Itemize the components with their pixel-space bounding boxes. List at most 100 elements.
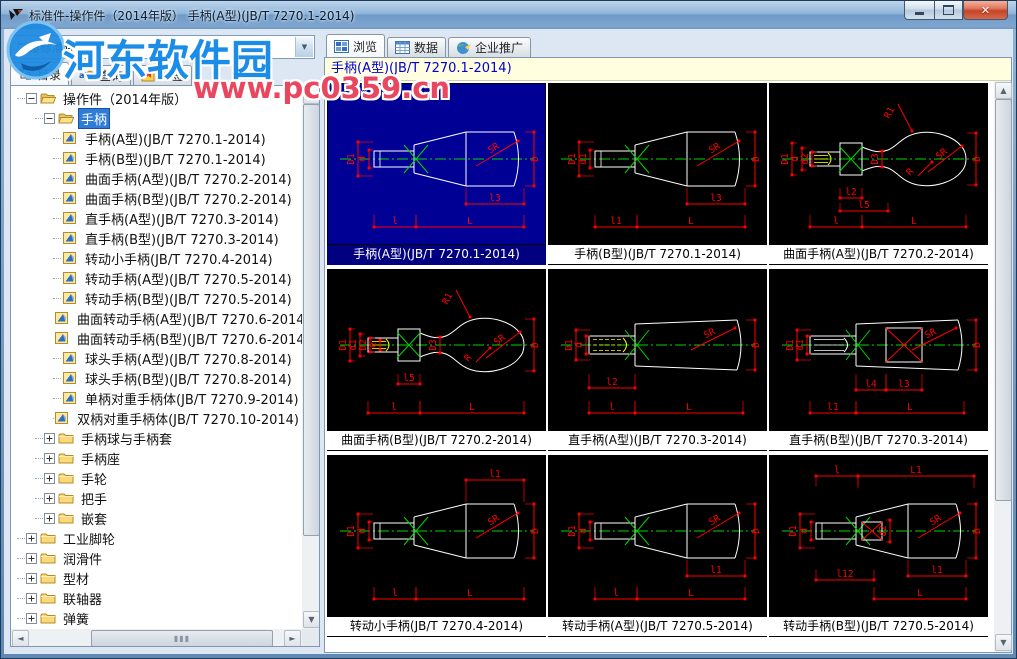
scroll-right-icon[interactable]: ► bbox=[284, 630, 301, 647]
thumbnail-caption[interactable]: 转动小手柄(JB/T 7270.4-2014) bbox=[327, 617, 546, 637]
tree-item[interactable]: 曲面手柄(A型)(JB/T 7270.2-2014) bbox=[11, 168, 302, 188]
grid-vscroll-thumb[interactable] bbox=[995, 99, 1012, 501]
tree-hscroll-thumb[interactable]: ▮▮▮ bbox=[91, 630, 273, 647]
thumbnail-cell[interactable]: D1dDSRl2lL直手柄(A型)(JB/T 7270.3-2014) bbox=[548, 269, 767, 451]
thumbnail-caption[interactable]: 转动手柄(A型)(JB/T 7270.5-2014) bbox=[548, 617, 767, 637]
thumbnail-caption[interactable]: 转动手柄(B型)(JB/T 7270.5-2014) bbox=[769, 617, 988, 637]
part-drawing[interactable]: D1dd2DSRlL1l1l12L bbox=[769, 455, 988, 617]
part-icon bbox=[62, 391, 78, 405]
thumbnail-cell[interactable]: D1dDSRl1lL转动小手柄(JB/T 7270.4-2014) bbox=[327, 455, 546, 637]
expand-icon[interactable] bbox=[26, 593, 37, 604]
expand-icon[interactable] bbox=[26, 613, 37, 624]
tree-item[interactable]: 嵌套 bbox=[11, 508, 302, 528]
tree-item[interactable]: 操作件（2014年版） bbox=[11, 88, 302, 108]
collapse-icon[interactable] bbox=[44, 113, 55, 124]
thumbnail-caption[interactable]: 手柄(B型)(JB/T 7270.1-2014) bbox=[548, 245, 767, 265]
scroll-left-icon[interactable]: ◄ bbox=[12, 630, 29, 647]
part-drawing[interactable]: D1d1DSRl3l1L bbox=[548, 83, 767, 245]
tree-item-label: 把手 bbox=[78, 488, 110, 509]
tree-item[interactable]: 双柄对重手柄体(JB/T 7270.10-2014) bbox=[11, 408, 302, 428]
svg-text:L: L bbox=[688, 588, 694, 599]
tree-vscroll-thumb[interactable] bbox=[303, 104, 320, 536]
thumbnail-caption[interactable]: 直手柄(A型)(JB/T 7270.3-2014) bbox=[548, 431, 767, 451]
thumbnail-cell[interactable]: R1D1d1D2eD3RSRDl5lL曲面手柄(B型)(JB/T 7270.2-… bbox=[327, 269, 546, 451]
tree-item[interactable]: 手柄座 bbox=[11, 448, 302, 468]
expand-icon[interactable] bbox=[26, 573, 37, 584]
thumbnail-cell[interactable]: D1dDSRl3lL手柄(A型)(JB/T 7270.1-2014) bbox=[327, 83, 546, 265]
tree-item[interactable]: 手柄球与手柄套 bbox=[11, 428, 302, 448]
part-drawing[interactable]: D1dDSRl1lL bbox=[548, 455, 767, 617]
tree-item[interactable]: 联轴器 bbox=[11, 588, 302, 608]
tree-vertical-scrollbar[interactable]: ▲ ▼ bbox=[302, 86, 319, 629]
close-button[interactable]: ✕ bbox=[963, 1, 1008, 20]
expand-icon[interactable] bbox=[44, 433, 55, 444]
tree-item[interactable]: 手柄 bbox=[11, 108, 302, 128]
scroll-down-icon[interactable]: ▼ bbox=[995, 634, 1012, 651]
tree-item[interactable]: 工业脚轮 bbox=[11, 528, 302, 548]
tree-item[interactable]: 型材 bbox=[11, 568, 302, 588]
expand-icon[interactable] bbox=[44, 513, 55, 524]
tab-promotion[interactable]: 企业推广 bbox=[448, 37, 531, 57]
part-drawing[interactable]: D1dDSRl3lL bbox=[327, 83, 546, 245]
library-combobox[interactable]: 二维标准件 ▼ bbox=[10, 35, 315, 59]
tree-item[interactable]: 转动手柄(B型)(JB/T 7270.5-2014) bbox=[11, 288, 302, 308]
thumbnail-cell[interactable]: D1d1DSRl3l1L手柄(B型)(JB/T 7270.1-2014) bbox=[548, 83, 767, 265]
part-drawing[interactable]: D1dDSRl2lL bbox=[548, 269, 767, 431]
part-drawing[interactable]: R1D1d1D2eD3RSRDl5lL bbox=[327, 269, 546, 431]
thumbnail-cell[interactable]: R1D1dd2D3RSRDl2l5lL曲面手柄(A型)(JB/T 7270.2-… bbox=[769, 83, 988, 265]
tree-item[interactable]: 直手柄(B型)(JB/T 7270.3-2014) bbox=[11, 228, 302, 248]
tree-item[interactable]: 把手 bbox=[11, 488, 302, 508]
tab-query[interactable]: ab查询 bbox=[71, 65, 131, 85]
tree-item[interactable]: 曲面转动手柄(B型)(JB/T 7270.6-2014) bbox=[11, 328, 302, 348]
scroll-up-icon[interactable]: ▲ bbox=[303, 87, 320, 104]
part-drawing[interactable]: R1D1dd2D3RSRDl2l5lL bbox=[769, 83, 988, 245]
tree-item[interactable]: 单柄对重手柄体(JB/T 7270.9-2014) bbox=[11, 388, 302, 408]
tree-item[interactable]: 球头手柄(B型)(JB/T 7270.8-2014) bbox=[11, 368, 302, 388]
tab-browse[interactable]: 浏览 bbox=[326, 34, 385, 57]
tab-catalog[interactable]: 目录 bbox=[10, 62, 69, 85]
tree-item[interactable]: 手柄(A型)(JB/T 7270.1-2014) bbox=[11, 128, 302, 148]
tree-item[interactable]: 曲面手柄(B型)(JB/T 7270.2-2014) bbox=[11, 188, 302, 208]
minimize-button[interactable] bbox=[904, 1, 934, 20]
tree-horizontal-scrollbar[interactable]: ◄ ► ▮▮▮ bbox=[11, 629, 302, 646]
tree-item[interactable]: 曲面转动手柄(A型)(JB/T 7270.6-2014) bbox=[11, 308, 302, 328]
expand-icon[interactable] bbox=[26, 533, 37, 544]
tree-item[interactable]: 转动手柄(A型)(JB/T 7270.5-2014) bbox=[11, 268, 302, 288]
tab-bookmark[interactable]: 书签 bbox=[133, 65, 192, 85]
svg-text:l: l bbox=[834, 465, 840, 476]
thumbnail-caption[interactable]: 曲面手柄(A型)(JB/T 7270.2-2014) bbox=[769, 245, 988, 265]
svg-text:l12: l12 bbox=[836, 569, 853, 580]
thumbnail-cell[interactable]: D1dd2DSRlL1l1l12L转动手柄(B型)(JB/T 7270.5-20… bbox=[769, 455, 988, 637]
thumbnail-caption[interactable]: 直手柄(B型)(JB/T 7270.3-2014) bbox=[769, 431, 988, 451]
tree-item[interactable]: 球头手柄(A型)(JB/T 7270.8-2014) bbox=[11, 348, 302, 368]
thumbnail-cell[interactable]: D1d1DSRl4l3l1L直手柄(B型)(JB/T 7270.3-2014) bbox=[769, 269, 988, 451]
tree-item[interactable]: 手柄(B型)(JB/T 7270.1-2014) bbox=[11, 148, 302, 168]
tree-item[interactable]: 弹簧 bbox=[11, 608, 302, 628]
tree-item[interactable]: 直手柄(A型)(JB/T 7270.3-2014) bbox=[11, 208, 302, 228]
part-icon bbox=[54, 311, 70, 325]
tree-item[interactable]: 润滑件 bbox=[11, 548, 302, 568]
scroll-up-icon[interactable]: ▲ bbox=[995, 82, 1012, 99]
expand-icon[interactable] bbox=[26, 553, 37, 564]
expand-icon[interactable] bbox=[44, 473, 55, 484]
expand-icon[interactable] bbox=[44, 493, 55, 504]
scroll-down-icon[interactable]: ▼ bbox=[303, 611, 320, 628]
collapse-icon[interactable] bbox=[26, 93, 37, 104]
part-drawing[interactable]: D1dDSRl1lL bbox=[327, 455, 546, 617]
maximize-button[interactable] bbox=[934, 1, 963, 20]
tab-data[interactable]: 数据 bbox=[387, 37, 446, 57]
svg-text:d1: d1 bbox=[578, 153, 589, 165]
tree-item[interactable]: 转动小手柄(JB/T 7270.4-2014) bbox=[11, 248, 302, 268]
thumbnail-caption[interactable]: 手柄(A型)(JB/T 7270.1-2014) bbox=[327, 245, 546, 265]
part-drawing[interactable]: D1d1DSRl4l3l1L bbox=[769, 269, 988, 431]
expand-icon[interactable] bbox=[44, 453, 55, 464]
svg-text:l4: l4 bbox=[865, 379, 877, 390]
title-bar[interactable]: 标准件-操作件（2014年版） 手柄(A型)(JB/T 7270.1-2014)… bbox=[1, 1, 1016, 29]
tree-connector bbox=[35, 118, 43, 119]
thumbnail-caption[interactable]: 曲面手柄(B型)(JB/T 7270.2-2014) bbox=[327, 431, 546, 451]
combobox-dropdown-arrow-icon[interactable]: ▼ bbox=[295, 37, 313, 57]
grid-vertical-scrollbar[interactable]: ▲ ▼ bbox=[994, 81, 1011, 652]
tree-item[interactable]: 手轮 bbox=[11, 468, 302, 488]
thumbnail-cell[interactable]: D1dDSRl1lL转动手柄(A型)(JB/T 7270.5-2014) bbox=[548, 455, 767, 637]
tab-label: 查询 bbox=[99, 67, 123, 84]
